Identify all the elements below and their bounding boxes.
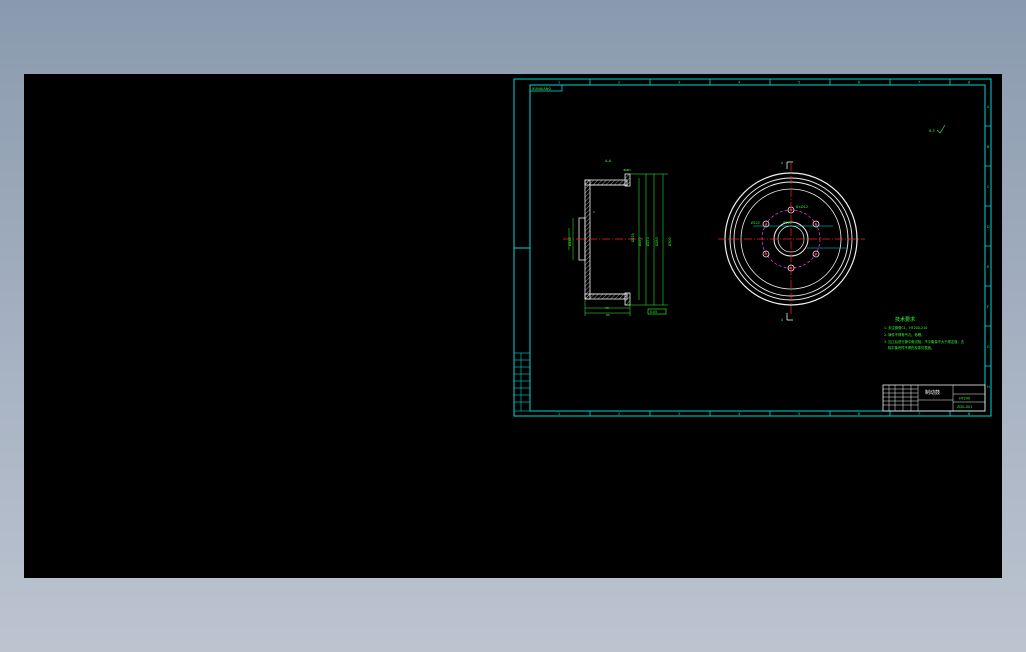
col-label: 3 (678, 412, 680, 416)
col-label: 8 (968, 412, 970, 416)
svg-text:Ø250: Ø250 (637, 237, 642, 246)
title-block: 制动鼓 HT200 ZDG-001 (882, 384, 986, 412)
dim-bore: Ø140 (783, 220, 792, 225)
tech-req-title: 技术要求 (895, 316, 915, 323)
col-label: 2 (618, 412, 620, 416)
svg-text:85: 85 (606, 313, 610, 317)
svg-text:6.3: 6.3 (624, 168, 629, 172)
col-label: 6 (858, 81, 860, 85)
row-label: E (987, 265, 989, 269)
svg-text:A: A (781, 318, 784, 322)
col-label: 1 (558, 81, 560, 85)
svg-text:Ø300: Ø300 (667, 237, 672, 246)
row-label: G (987, 345, 990, 349)
col-label: 7 (918, 412, 920, 416)
left-table (513, 352, 531, 412)
tech-requirements: 技术要求 1. 未注倒角C1，HT200-210 2. 铸件不得有气孔、砂眼。 … (884, 316, 965, 350)
col-label: 5 (798, 412, 800, 416)
drawing-no: ZDG-001 (957, 405, 972, 409)
svg-text:Ø280: Ø280 (654, 237, 659, 246)
cad-viewport[interactable]: 1 2 3 4 5 6 7 8 1 2 3 4 5 6 7 8 A B C D (24, 74, 1002, 578)
col-label: 8 (968, 81, 970, 85)
front-view: A A 6×Ø12 Ø120 Ø140 (718, 161, 865, 322)
row-label: A (987, 105, 990, 109)
svg-text:0.05: 0.05 (650, 310, 657, 314)
svg-text:A: A (781, 161, 784, 165)
col-label: 5 (798, 81, 800, 85)
col-label: 2 (618, 81, 620, 85)
part-name: 制动鼓 (925, 389, 940, 396)
row-label: F (987, 305, 989, 309)
dim-hole: 6×Ø12 (796, 204, 808, 209)
svg-text:Ø228: Ø228 (630, 233, 635, 242)
svg-text:Ø270: Ø270 (645, 237, 650, 246)
row-label: D (987, 225, 990, 229)
section-label: A-A (605, 159, 612, 163)
col-label: 1 (558, 412, 560, 416)
material: HT200 (959, 397, 970, 401)
col-label: 4 (738, 81, 741, 85)
svg-text:2: 2 (593, 210, 595, 214)
svg-text:75: 75 (605, 306, 609, 310)
row-label: C (987, 185, 990, 189)
col-label: 3 (678, 81, 680, 85)
tech-req-line: 2. 铸件不得有气孔、砂眼。 (884, 332, 924, 337)
tech-req-line: 1. 未注倒角C1，HT200-210 (884, 325, 927, 330)
col-label: 7 (918, 81, 920, 85)
col-label: 6 (858, 412, 860, 416)
roughness-mark: 6.3 (929, 129, 935, 133)
frame-label: XUNXIANG (532, 87, 551, 91)
svg-text:Ø120: Ø120 (751, 220, 760, 225)
section-view: 0.05 75 85 Ø228 Ø250 Ø270 Ø280 Ø300 Ø140… (563, 159, 672, 317)
inner-frame (529, 84, 986, 412)
svg-text:Ø140: Ø140 (567, 237, 572, 246)
row-label: B (987, 145, 990, 149)
row-label: H (987, 385, 990, 389)
drawing-sheet: 1 2 3 4 5 6 7 8 1 2 3 4 5 6 7 8 A B C D (513, 78, 993, 418)
tech-req-line: 除平衡块时不得伤及零件表面。 (888, 345, 934, 350)
tech-req-line: 3. 加工后进行静平衡试验，不平衡量不大于规定值，去 (884, 339, 965, 344)
drawing-svg: 1 2 3 4 5 6 7 8 1 2 3 4 5 6 7 8 A B C D (513, 78, 992, 417)
col-label: 4 (738, 412, 741, 416)
